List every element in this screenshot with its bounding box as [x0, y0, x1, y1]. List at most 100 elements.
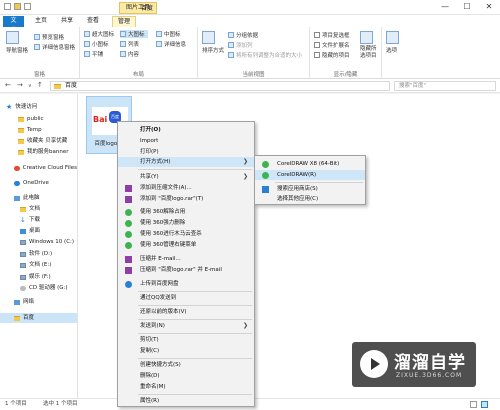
- navigation-pane: ★ 快速访问 public Temp 收藏夹 贝享优藏 我的服务banner Cr…: [0, 94, 78, 398]
- submenu-coreldraw[interactable]: CorelDRAW(R): [255, 170, 365, 180]
- large-icons-view-icon[interactable]: [481, 401, 488, 408]
- up-arrow-icon[interactable]: ↑: [37, 81, 43, 89]
- menu-360-manage[interactable]: 使用 360管理右键菜单: [118, 240, 254, 250]
- minimize-button[interactable]: —: [434, 0, 456, 15]
- star-icon: ★: [6, 103, 13, 111]
- address-field[interactable]: 百度: [50, 81, 390, 91]
- menu-360-unlock[interactable]: 使用 360解除占用: [118, 207, 254, 217]
- layout-list[interactable]: 列表: [120, 40, 139, 48]
- nav-pane-button[interactable]: 导航窗格: [6, 31, 28, 54]
- close-button[interactable]: ✕: [478, 0, 500, 15]
- menu-add-to-archive[interactable]: 添加到压缩文件(A)...: [118, 183, 254, 193]
- sort-by-button[interactable]: 排序方式: [202, 31, 224, 54]
- layout-details[interactable]: 详细信息: [156, 40, 186, 48]
- layout-xl-icons[interactable]: 超大图标: [84, 30, 114, 38]
- menu-add-to-rar[interactable]: 添加到 "百度logo.rar"(T): [118, 194, 254, 204]
- item-checkboxes-toggle[interactable]: 项目复选框: [314, 31, 350, 39]
- nav-public[interactable]: public: [0, 114, 77, 124]
- nav-quick-access[interactable]: ★ 快速访问: [0, 102, 77, 112]
- menu-restore-previous[interactable]: 还原以前的版本(V): [118, 307, 254, 317]
- add-columns-icon: [228, 42, 234, 48]
- menu-send-via-qq[interactable]: 通过QQ发送到: [118, 293, 254, 303]
- menu-compress-email[interactable]: 压缩并 E-mail...: [118, 254, 254, 264]
- preview-pane-icon: [34, 34, 40, 40]
- tab-file[interactable]: 文件: [3, 16, 24, 34]
- hidden-items-toggle[interactable]: 隐藏的项目: [314, 51, 350, 59]
- menu-print[interactable]: 打印(P): [118, 147, 254, 157]
- tab-share[interactable]: 共享: [56, 16, 78, 27]
- menu-import[interactable]: Import: [118, 136, 254, 146]
- layout-small-icons[interactable]: 小图标: [84, 40, 109, 48]
- menu-360-force-delete[interactable]: 使用 360强力删除: [118, 218, 254, 228]
- folder-icon: [18, 127, 24, 133]
- menu-upload-baidu-netdisk[interactable]: 上传到百度网盘: [118, 279, 254, 289]
- nav-drive-e[interactable]: 文档 (E:): [0, 260, 77, 270]
- nav-banner[interactable]: 我的服务banner: [0, 147, 77, 157]
- layout-tiles[interactable]: 平铺: [84, 50, 103, 58]
- maximize-button[interactable]: ☐: [456, 0, 478, 15]
- options-button[interactable]: 选项: [386, 31, 399, 54]
- tab-home[interactable]: 主页: [30, 16, 52, 27]
- nav-creative-cloud[interactable]: Creative Cloud Files: [0, 163, 77, 173]
- nav-network[interactable]: 网络: [0, 297, 77, 307]
- size-all-columns-button[interactable]: 将所有列调整为合适的大小: [228, 51, 302, 59]
- ribbon-group-current-view: 排序方式 分组依据 添加列 将所有列调整为合适的大小 当前视图: [198, 27, 310, 79]
- submenu-coreldraw-x8[interactable]: CorelDRAW X8 (64-Bit): [255, 159, 365, 169]
- menu-open[interactable]: 打开(O): [118, 125, 254, 135]
- tab-view[interactable]: 查看: [82, 16, 104, 27]
- back-arrow-icon[interactable]: ←: [5, 81, 11, 89]
- nav-baidu-folder[interactable]: 百度: [0, 313, 77, 323]
- preview-pane-button[interactable]: 预览窗格: [34, 33, 64, 41]
- file-ext-toggle[interactable]: 文件扩展名: [314, 41, 350, 49]
- layout-large-icons[interactable]: 大图标: [120, 30, 148, 38]
- details-pane-button[interactable]: 详细信息窗格: [34, 43, 75, 51]
- nav-drive-d[interactable]: 软件 (D:): [0, 249, 77, 259]
- coreldraw-icon: [262, 172, 269, 179]
- menu-share[interactable]: 共享(Y) ❯: [118, 172, 254, 182]
- details-view-icon[interactable]: [470, 401, 477, 408]
- menu-rename[interactable]: 重命名(M): [118, 382, 254, 392]
- group-by-button[interactable]: 分组依据: [228, 31, 258, 39]
- layout-content[interactable]: 内容: [120, 50, 139, 58]
- chevron-right-icon: ❯: [242, 173, 248, 180]
- drive-icon: [20, 251, 26, 257]
- recent-dropdown-icon[interactable]: ∨: [28, 83, 32, 89]
- nav-drive-c[interactable]: Windows 10 (C:): [0, 237, 77, 247]
- panes-group-label: 窗格: [33, 72, 45, 78]
- menu-properties[interactable]: 属性(R): [118, 396, 254, 406]
- menu-delete[interactable]: 删除(D): [118, 371, 254, 381]
- winrar-icon: [125, 185, 132, 192]
- hide-selected-button[interactable]: 隐藏所选项目: [360, 31, 380, 60]
- submenu-choose-other-app[interactable]: 选择其他应用(C): [255, 194, 365, 204]
- menu-cut[interactable]: 剪切(T): [118, 335, 254, 345]
- quick-access-dropdown-icon[interactable]: [24, 3, 31, 10]
- nav-onedrive[interactable]: OneDrive: [0, 178, 77, 188]
- tab-manage[interactable]: 管理: [112, 16, 137, 27]
- nav-cd-drive[interactable]: CD 驱动器 (G:): [0, 283, 77, 293]
- nav-desktop[interactable]: 桌面: [0, 226, 77, 236]
- download-icon: ↓: [20, 215, 26, 224]
- nav-favorites[interactable]: 收藏夹 贝享优藏: [0, 136, 77, 146]
- menu-360-scan[interactable]: 使用 360进行木马云查杀: [118, 229, 254, 239]
- menu-compress-rar-email[interactable]: 压缩到 "百度logo.rar" 并 E-mail: [118, 265, 254, 275]
- menu-copy[interactable]: 复制(C): [118, 346, 254, 356]
- ribbon-group-panes: 导航窗格 预览窗格 详细信息窗格 窗格: [0, 27, 80, 79]
- nav-documents[interactable]: 文档: [0, 204, 77, 214]
- checkbox-icon: [314, 42, 320, 48]
- layout-medium-icons[interactable]: 中图标: [156, 30, 181, 38]
- add-columns-button[interactable]: 添加列: [228, 41, 253, 49]
- menu-create-shortcut[interactable]: 创建快捷方式(S): [118, 360, 254, 370]
- menu-open-with[interactable]: 打开方式(H) ❯: [118, 157, 254, 167]
- nav-downloads[interactable]: ↓ 下载: [0, 215, 77, 225]
- nav-temp[interactable]: Temp: [0, 125, 77, 135]
- checkbox-icon: [314, 52, 320, 58]
- folder-icon: [14, 315, 20, 321]
- quick-access-folder-icon[interactable]: [14, 3, 21, 10]
- nav-this-pc[interactable]: 此电脑: [0, 193, 77, 203]
- search-input[interactable]: 搜索"百度": [394, 81, 496, 91]
- nav-drive-f[interactable]: 娱乐 (F:): [0, 272, 77, 282]
- play-logo-icon: [360, 350, 388, 378]
- forward-arrow-icon[interactable]: →: [17, 81, 23, 89]
- menu-send-to[interactable]: 发送到(N) ❯: [118, 321, 254, 331]
- submenu-search-store[interactable]: 搜索应用商店(S): [255, 184, 365, 194]
